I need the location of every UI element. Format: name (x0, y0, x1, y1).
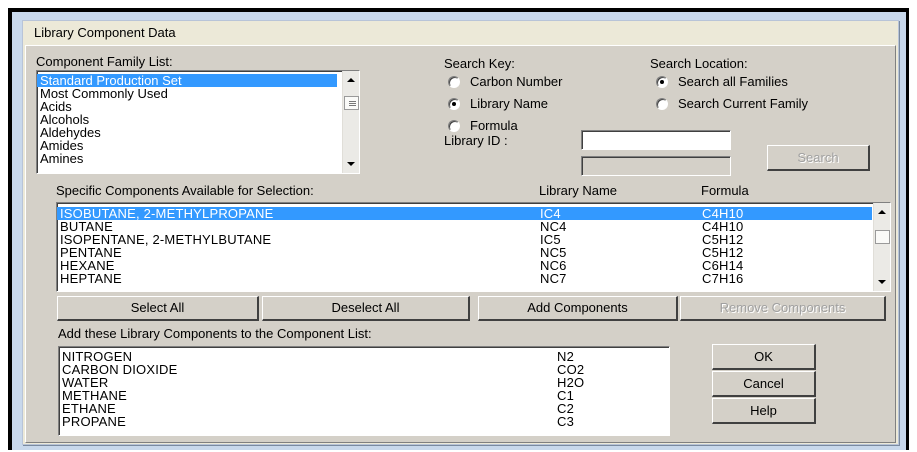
chevron-down-icon[interactable] (347, 162, 355, 166)
chevron-up-icon[interactable] (347, 78, 355, 82)
component-name: HEXANE (60, 258, 115, 273)
available-component-row[interactable]: ISOPENTANE, 2-METHYLBUTANE IC5 C5H12 (57, 233, 872, 246)
family-list-scrollbar[interactable] (342, 71, 359, 173)
library-id-input[interactable] (581, 130, 731, 150)
library-component-dialog: Library Component Data Component Family … (22, 20, 899, 445)
family-list-label: Component Family List: (36, 54, 173, 69)
component-library-name: NC4 (540, 219, 567, 234)
search-key-label: Search Key: (444, 56, 515, 71)
chevron-up-icon[interactable] (878, 210, 886, 214)
component-name: ISOPENTANE, 2-METHYLBUTANE (60, 232, 272, 247)
search-key-option[interactable]: Library Name (448, 96, 548, 111)
search-key-option[interactable]: Carbon Number (448, 74, 563, 89)
available-components-label: Specific Components Available for Select… (56, 183, 314, 198)
radio-label: Carbon Number (470, 74, 563, 89)
search-location-option[interactable]: Search Current Family (656, 96, 808, 111)
added-component-row[interactable]: ETHANE C2 (59, 402, 669, 415)
library-id-label: Library ID : (444, 133, 508, 148)
component-name: ISOBUTANE, 2-METHYLPROPANE (60, 206, 274, 221)
component-name: CARBON DIOXIDE (62, 362, 178, 377)
component-library-name: C3 (557, 414, 575, 429)
scroll-thumb-grip-icon[interactable] (875, 230, 890, 244)
available-components-list[interactable]: ISOBUTANE, 2-METHYLPROPANE IC4 C4H10 BUTANE… (56, 202, 891, 292)
radio-button-icon[interactable] (448, 97, 460, 110)
radio-label: Library Name (470, 96, 549, 111)
radio-label: Search all Families (678, 74, 788, 89)
ok-button[interactable]: OK (712, 344, 816, 370)
deselect-all-button[interactable]: Deselect All (262, 296, 470, 321)
radio-button-icon[interactable] (656, 97, 668, 110)
component-name: METHANE (62, 388, 127, 403)
library-id-secondary-field (581, 156, 731, 176)
remove-components-button[interactable]: Remove Components (680, 296, 886, 321)
search-location-label: Search Location: (650, 56, 748, 71)
radio-button-icon[interactable] (448, 75, 460, 88)
search-button[interactable]: Search (767, 145, 870, 171)
family-list-item[interactable]: Most Commonly Used (37, 87, 337, 100)
component-name: PROPANE (62, 414, 127, 429)
search-location-option[interactable]: Search all Families (656, 74, 788, 89)
added-components-list[interactable]: NITROGEN N2 CARBON DIOXIDE CO2 WATER H2O METHA… (58, 346, 670, 436)
added-component-row[interactable]: METHANE C1 (59, 389, 669, 402)
chevron-down-icon[interactable] (878, 280, 886, 284)
component-name: PENTANE (60, 245, 122, 260)
component-name: HEPTANE (60, 271, 122, 286)
scroll-thumb-grip-icon[interactable] (344, 96, 359, 110)
dialog-body: Component Family List: Standard Producti… (25, 45, 896, 443)
help-button[interactable]: Help (712, 398, 816, 424)
add-components-button[interactable]: Add Components (478, 296, 678, 321)
component-name: ETHANE (62, 401, 116, 416)
added-component-row[interactable]: PROPANE C3 (59, 415, 669, 428)
available-component-row[interactable]: HEXANE NC6 C6H14 (57, 259, 872, 272)
dialog-title: Library Component Data (34, 25, 176, 40)
radio-button-icon[interactable] (656, 75, 668, 88)
family-list-item[interactable]: Amines (37, 152, 337, 165)
radio-label: Formula (470, 118, 518, 133)
family-list[interactable]: Standard Production Set Most Commonly Use… (36, 70, 360, 174)
available-list-scrollbar[interactable] (873, 203, 890, 291)
available-component-row[interactable]: HEPTANE NC7 C7H16 (57, 272, 872, 285)
column-header-formula: Formula (701, 183, 749, 198)
available-component-row[interactable]: PENTANE NC5 C5H12 (57, 246, 872, 259)
component-library-name: NC7 (540, 271, 567, 286)
radio-label: Search Current Family (678, 96, 809, 111)
radio-button-icon[interactable] (448, 119, 460, 132)
select-all-button[interactable]: Select All (57, 296, 259, 321)
added-components-label: Add these Library Components to the Comp… (58, 326, 372, 341)
component-name: WATER (62, 375, 109, 390)
column-header-library-name: Library Name (539, 183, 618, 198)
search-key-option[interactable]: Formula (448, 118, 518, 133)
cancel-button[interactable]: Cancel (712, 371, 816, 397)
component-formula: C7H16 (702, 271, 744, 286)
available-component-row[interactable]: ISOBUTANE, 2-METHYLPROPANE IC4 C4H10 (57, 207, 872, 220)
added-component-row[interactable]: WATER H2O (59, 376, 669, 389)
